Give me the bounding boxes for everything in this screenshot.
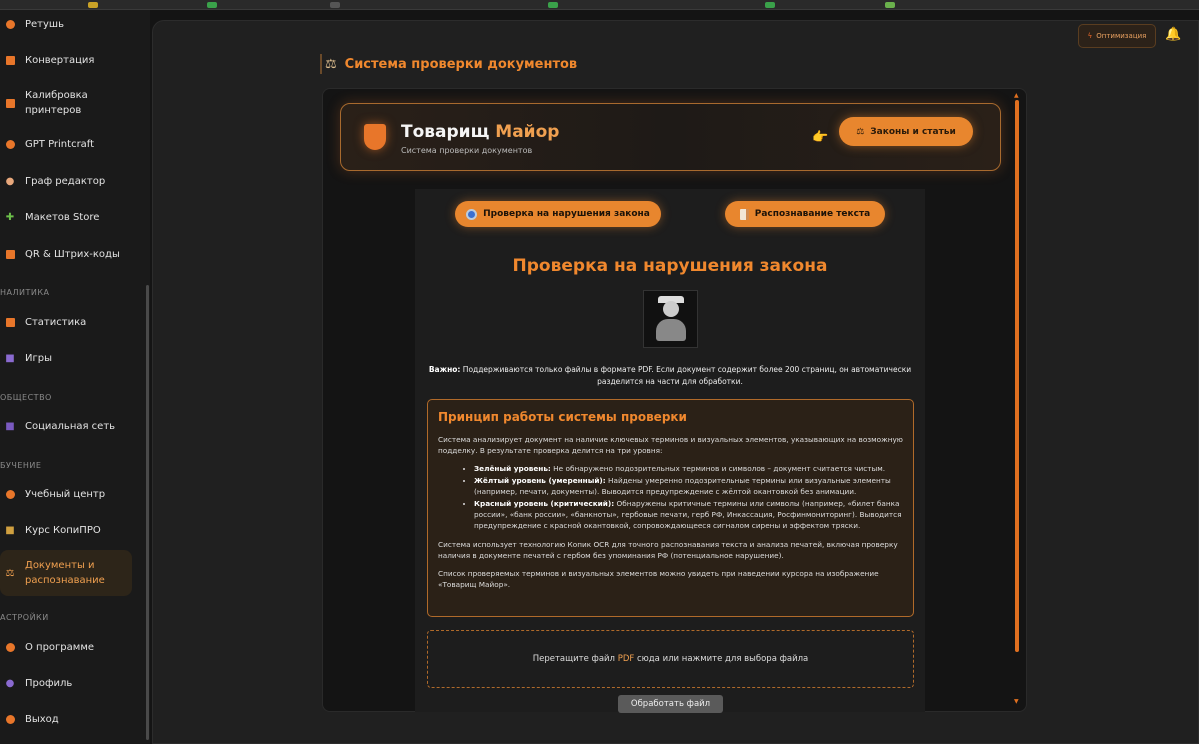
sidebar-section-settings: АСТРОЙКИ	[0, 613, 49, 622]
list-item: Зелёный уровень: Не обнаружено подозрите…	[474, 463, 903, 474]
sidebar-item-course[interactable]: ■ Курс КопиПРО	[0, 523, 132, 538]
qr-icon	[4, 249, 16, 261]
hero-subtitle: Система проверки документов	[401, 146, 533, 155]
sidebar-item-exit[interactable]: Выход	[0, 712, 132, 727]
tab-text-recognition[interactable]: Распознавание текста	[725, 201, 885, 227]
info-tech: Система использует технологию Копик OCR …	[438, 540, 898, 560]
sidebar-item-stats[interactable]: Статистика	[0, 315, 132, 330]
list-item: Красный уровень (критический): Обнаружен…	[474, 498, 903, 531]
sidebar: Ретушь Конвертация Калибровка принтеров …	[0, 10, 150, 744]
sidebar-item-social[interactable]: ■ Социальная сеть	[0, 419, 132, 434]
document-icon	[739, 208, 749, 220]
sidebar-item-calibration[interactable]: Калибровка принтеров	[0, 88, 132, 118]
shield-icon	[364, 124, 386, 150]
sidebar-item-gpt[interactable]: GPT Printcraft	[0, 137, 132, 152]
scales-icon: ⚖	[856, 126, 865, 137]
bookmark-icon[interactable]	[885, 2, 895, 8]
about-icon	[4, 642, 16, 654]
stats-icon	[4, 317, 16, 329]
scales-icon: ⚖	[5, 567, 15, 579]
bookmark-icon[interactable]	[88, 2, 98, 8]
bell-icon[interactable]: 🔔	[1165, 27, 1181, 42]
file-dropzone[interactable]: Перетащите файл PDF сюда или нажмите для…	[427, 630, 914, 688]
sidebar-item-retouch[interactable]: Ретушь	[0, 17, 132, 32]
sidebar-item-games[interactable]: ■ Игры	[0, 351, 132, 366]
optimize-button[interactable]: ϟ Оптимизация	[1078, 24, 1156, 48]
puzzle-icon: ✚	[5, 212, 15, 223]
info-hint: Список проверяемых терминов и визуальных…	[438, 569, 879, 589]
sidebar-item-graph-editor[interactable]: ● Граф редактор	[0, 174, 132, 189]
info-box: Принцип работы системы проверки Система …	[427, 399, 914, 617]
lightning-icon: ϟ	[1087, 32, 1093, 40]
magnifier-icon	[466, 208, 478, 220]
panel-title: Проверка на нарушения закона	[512, 256, 828, 276]
tab-law-check[interactable]: Проверка на нарушения закона	[455, 201, 661, 227]
sidebar-item-layouts-store[interactable]: ✚ Макетов Store	[0, 210, 132, 225]
app-scrollbar[interactable]	[1015, 100, 1019, 652]
sidebar-item-about[interactable]: О программе	[0, 640, 132, 655]
bookmarks-bar	[0, 0, 1199, 10]
pointing-hand-icon: 👉	[812, 130, 829, 145]
calibration-icon	[4, 97, 16, 109]
sidebar-scrollbar[interactable]	[146, 285, 149, 740]
sidebar-section-learning: БУЧЕНИЕ	[0, 461, 42, 470]
page-title: ⚖ Система проверки документов	[320, 54, 577, 74]
convert-icon	[4, 55, 16, 67]
bookmark-icon[interactable]	[548, 2, 558, 8]
sidebar-item-education[interactable]: Учебный центр	[0, 487, 132, 502]
info-intro: Система анализирует документ на наличие …	[438, 435, 903, 455]
major-image[interactable]	[643, 290, 698, 348]
sidebar-item-profile[interactable]: ● Профиль	[0, 676, 132, 691]
course-icon: ■	[5, 525, 15, 536]
profile-icon: ●	[5, 678, 15, 689]
social-icon: ■	[5, 421, 15, 432]
bookmark-icon[interactable]	[330, 2, 340, 8]
scroll-up-arrow-icon[interactable]: ▲	[1014, 92, 1019, 99]
retouch-icon	[4, 19, 16, 31]
exit-icon	[4, 714, 16, 726]
levels-list: Зелёный уровень: Не обнаружено подозрите…	[474, 463, 903, 531]
bookmark-icon[interactable]	[765, 2, 775, 8]
process-file-button[interactable]: Обработать файл	[618, 695, 723, 713]
scroll-down-arrow-icon[interactable]: ▼	[1014, 698, 1019, 705]
sidebar-section-society: ОБЩЕСТВО	[0, 393, 52, 402]
sidebar-section-analytics: НАЛИТИКА	[0, 288, 50, 297]
gpt-icon	[4, 139, 16, 151]
sidebar-item-documents[interactable]: ⚖ Документы и распознавание	[0, 550, 132, 596]
info-title: Принцип работы системы проверки	[438, 410, 687, 424]
gamepad-icon: ■	[5, 353, 15, 364]
hero-title: Товарищ Майор	[401, 122, 560, 142]
education-icon	[4, 489, 16, 501]
scales-icon: ⚖	[325, 56, 337, 72]
sidebar-item-qr[interactable]: QR & Штрих-коды	[0, 247, 132, 262]
palette-icon: ●	[5, 176, 15, 187]
sidebar-item-convert[interactable]: Конвертация	[0, 53, 132, 68]
bookmark-icon[interactable]	[207, 2, 217, 8]
laws-button[interactable]: ⚖ Законы и статьи	[839, 117, 973, 146]
pdf-notice: Важно: Поддерживаются только файлы в фор…	[428, 365, 912, 386]
list-item: Жёлтый уровень (умеренный): Найдены умер…	[474, 475, 903, 497]
